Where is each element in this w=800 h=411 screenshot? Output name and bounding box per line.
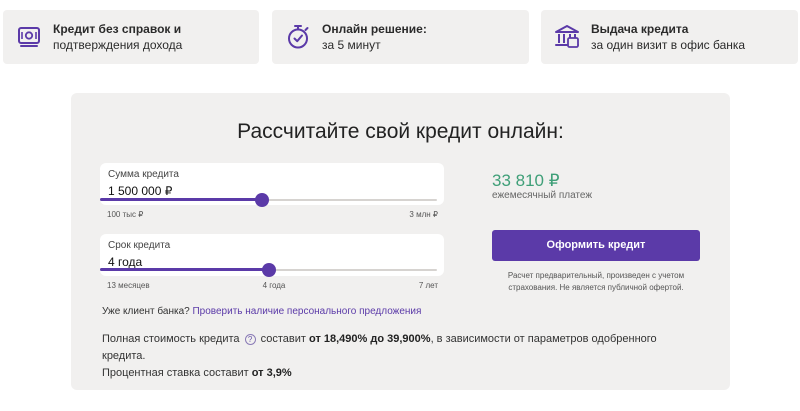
feature-title: Выдача кредита (591, 22, 689, 36)
rate-value: от 3,9% (251, 367, 292, 379)
disclaimer-note: Расчет предварительный, произведен с уче… (507, 271, 685, 292)
feature-subtitle: за 5 минут (322, 38, 381, 52)
loan-term-label: Срок кредита (108, 240, 171, 251)
loan-amount-slider[interactable] (100, 192, 437, 208)
full-cost-info: Полная стоимость кредита ? составит от 1… (102, 331, 702, 382)
existing-client-text: Уже клиент банка? (102, 306, 190, 317)
range-min-label: 13 месяцев (107, 281, 150, 290)
apply-loan-button[interactable]: Оформить кредит (492, 230, 700, 261)
range-min-label: 100 тыс ₽ (107, 210, 144, 219)
feature-card-no-documents: Кредит без справок и подтверждения доход… (3, 10, 259, 64)
feature-subtitle: за один визит в офис банка (591, 38, 746, 52)
full-cost-range: от 18,490% до 39,900% (309, 333, 431, 345)
document-money-icon (18, 27, 40, 47)
stopwatch-icon (288, 25, 309, 49)
credit-calculator: Рассчитайте свой кредит онлайн: Сумма кр… (71, 93, 730, 390)
range-mid-label: 4 года (262, 281, 286, 290)
slider-thumb[interactable] (261, 263, 276, 277)
loan-amount-label: Сумма кредита (108, 169, 179, 180)
check-personal-offer-link[interactable]: Проверить наличие персонального предложе… (192, 306, 421, 317)
feature-card-one-visit: Выдача кредита за один визит в офис банк… (541, 10, 798, 64)
full-cost-label: Полная стоимость кредита (102, 333, 240, 345)
help-icon[interactable]: ? (244, 334, 256, 345)
feature-subtitle: подтверждения дохода (53, 38, 183, 52)
slider-thumb[interactable] (254, 193, 269, 207)
calculator-title: Рассчитайте свой кредит онлайн: (237, 120, 564, 143)
existing-client-line: Уже клиент банка? Проверить наличие перс… (102, 306, 421, 317)
feature-card-online-decision: Онлайн решение: за 5 минут (272, 10, 529, 64)
feature-title: Кредит без справок и (53, 22, 182, 36)
rate-label: Процентная ставка составит (102, 367, 249, 379)
bank-building-icon (555, 25, 579, 48)
monthly-payment-label: ежемесячный платеж (492, 190, 593, 201)
full-cost-verb: составит (260, 333, 306, 345)
feature-title: Онлайн решение: (322, 22, 427, 36)
range-max-label: 3 млн ₽ (409, 210, 438, 219)
slider-fill (100, 268, 269, 271)
loan-term-slider[interactable] (100, 262, 437, 278)
monthly-payment-amount: 33 810 ₽ (492, 171, 560, 190)
range-max-label: 7 лет (418, 281, 438, 290)
slider-fill (100, 198, 262, 201)
